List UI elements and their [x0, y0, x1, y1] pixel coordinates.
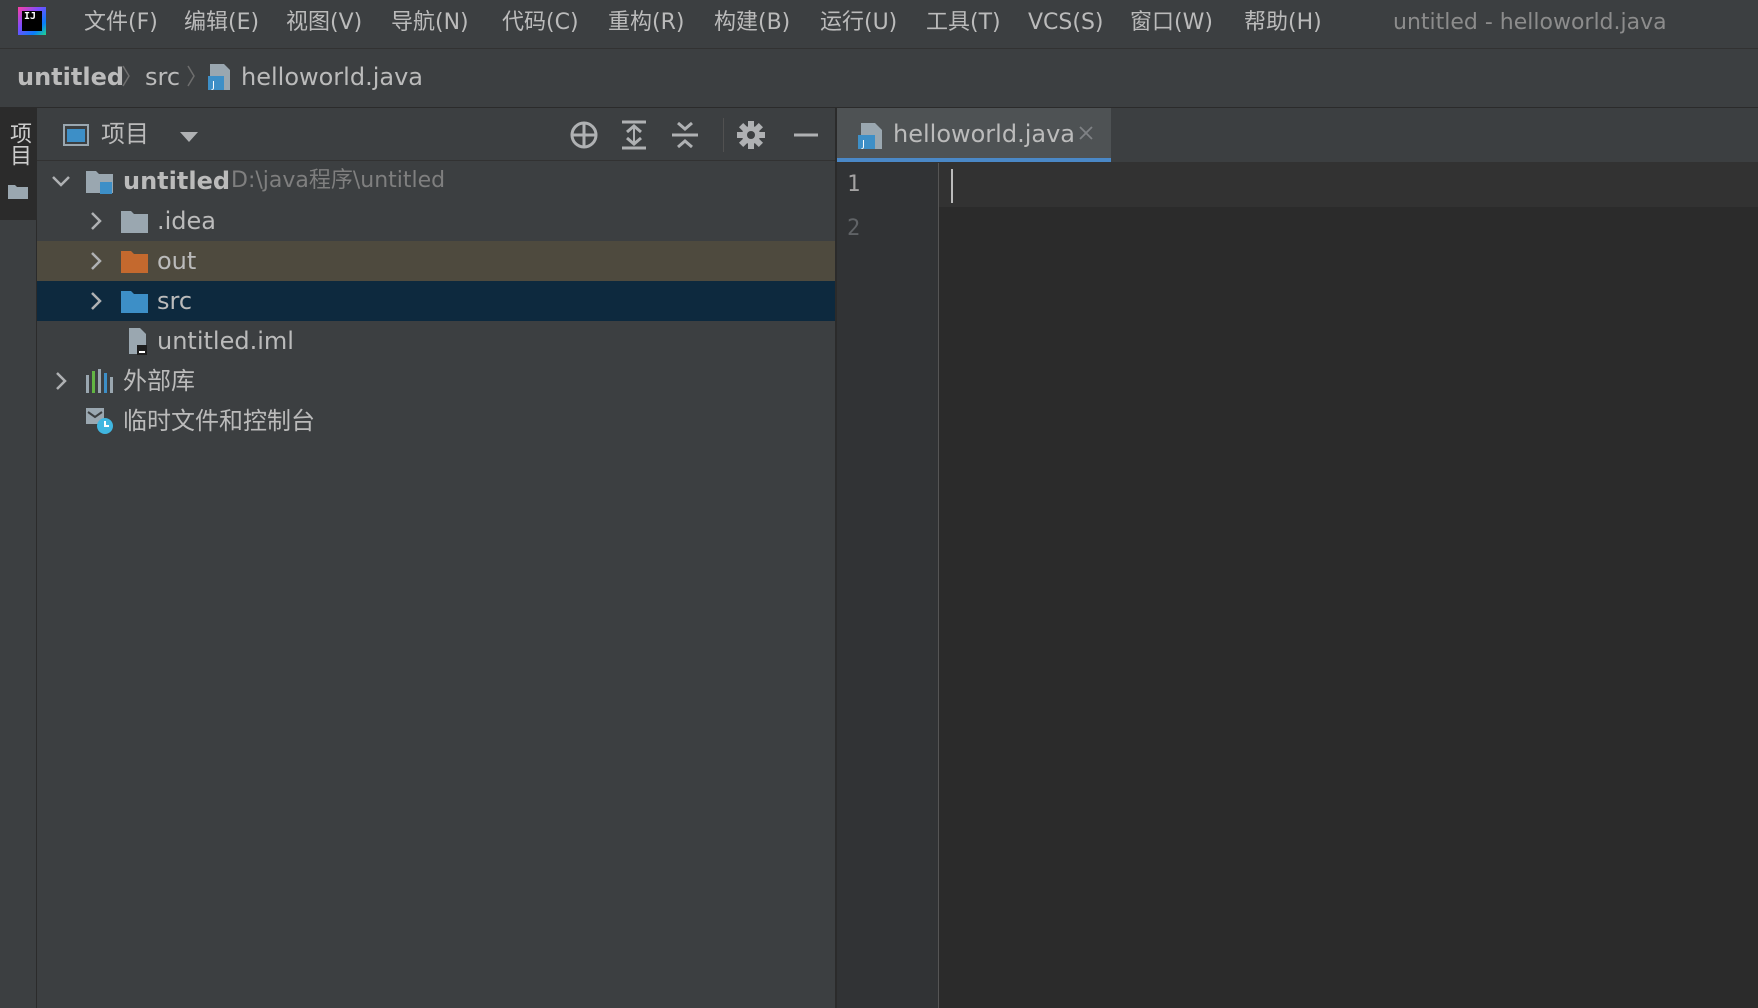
menu-window[interactable]: 窗口(W): [1130, 6, 1213, 40]
tree-item-src[interactable]: src: [37, 281, 835, 321]
svg-text:J: J: [861, 139, 865, 150]
current-line-highlight: [939, 163, 1758, 207]
menu-vcs[interactable]: VCS(S): [1028, 6, 1104, 40]
library-icon: [86, 369, 113, 393]
tool-window-strip: 项目: [0, 108, 37, 1008]
hide-panel-icon[interactable]: [789, 118, 823, 152]
tree-item-out[interactable]: out: [37, 241, 835, 281]
breadcrumb-file[interactable]: helloworld.java: [241, 61, 423, 93]
project-panel-header: 项目: [37, 108, 835, 161]
close-icon[interactable]: [1077, 124, 1095, 142]
tree-item-label: src: [157, 287, 193, 315]
tree-item-label: out: [157, 247, 197, 275]
module-folder-icon: [86, 171, 113, 194]
menu-edit[interactable]: 编辑(E): [184, 6, 259, 40]
intellij-logo-icon[interactable]: IJ: [18, 7, 46, 35]
tree-item-label: untitled: [123, 167, 231, 195]
project-tool-window-button[interactable]: 项目: [0, 108, 36, 220]
logo-text: IJ: [22, 11, 42, 31]
scratches-icon: [86, 408, 113, 434]
menu-tools[interactable]: 工具(T): [926, 6, 1001, 40]
project-tool-label: 项目: [6, 122, 31, 166]
breadcrumb-folder[interactable]: src: [145, 61, 180, 93]
excluded-folder-icon: [121, 251, 148, 273]
tree-item-iml[interactable]: untitled.iml: [37, 321, 835, 361]
folder-icon: [8, 185, 28, 199]
tree-item-scratches[interactable]: 临时文件和控制台: [37, 401, 835, 441]
project-path: D:\java程序\untitled: [231, 168, 446, 193]
java-file-icon: J: [858, 123, 882, 150]
expand-all-icon[interactable]: [617, 118, 651, 152]
project-panel: 项目 untitled D:\java程序\untitled .idea out…: [37, 108, 835, 1008]
menu-refactor[interactable]: 重构(R): [608, 6, 684, 40]
svg-text:J: J: [211, 80, 215, 91]
menu-bar: IJ 文件(F) 编辑(E) 视图(V) 导航(N) 代码(C) 重构(R) 构…: [0, 0, 1758, 49]
folder-icon: [121, 211, 148, 233]
project-view-icon: [63, 124, 89, 146]
menu-view[interactable]: 视图(V): [286, 6, 362, 40]
breadcrumb-project[interactable]: untitled: [17, 61, 124, 93]
tree-item-untitled[interactable]: untitled D:\java程序\untitled: [37, 161, 835, 201]
menu-run[interactable]: 运行(U): [820, 6, 897, 40]
tree-item-external-libraries[interactable]: 外部库: [37, 361, 835, 401]
dropdown-arrow-icon[interactable]: [177, 126, 201, 146]
breadcrumb-separator-icon: [187, 65, 195, 87]
line-number-gutter: 1 2: [837, 163, 939, 1008]
menu-code[interactable]: 代码(C): [502, 6, 579, 40]
tree-item-label: .idea: [157, 207, 217, 235]
tab-label: helloworld.java: [893, 120, 1075, 148]
tree-item-label: 临时文件和控制台: [123, 407, 315, 435]
module-file-icon: [129, 328, 147, 355]
breadcrumb-separator-icon: [122, 65, 130, 87]
tree-item-label: 外部库: [123, 367, 195, 395]
collapse-all-icon[interactable]: [668, 118, 702, 152]
chevron-right-icon[interactable]: [50, 370, 72, 392]
line-number: 1: [847, 172, 861, 197]
menu-help[interactable]: 帮助(H): [1244, 6, 1322, 40]
text-caret: [951, 169, 953, 203]
locate-file-icon[interactable]: [567, 118, 601, 152]
chevron-right-icon[interactable]: [85, 250, 107, 272]
menu-file[interactable]: 文件(F): [84, 6, 158, 40]
chevron-right-icon[interactable]: [85, 290, 107, 312]
menu-navigate[interactable]: 导航(N): [391, 6, 469, 40]
navigation-breadcrumb: untitled src J helloworld.java: [0, 49, 1758, 108]
tree-item-label: untitled.iml: [157, 327, 294, 355]
active-tab-indicator: [837, 158, 1111, 162]
chevron-down-icon[interactable]: [50, 170, 72, 192]
editor-tab-helloworld[interactable]: J helloworld.java: [837, 108, 1111, 162]
window-title: untitled - helloworld.java: [1393, 10, 1667, 35]
menu-build[interactable]: 构建(B): [714, 6, 790, 40]
gear-icon[interactable]: [734, 118, 768, 152]
tree-item-idea[interactable]: .idea: [37, 201, 835, 241]
chevron-right-icon[interactable]: [85, 210, 107, 232]
code-editor[interactable]: [939, 163, 1758, 1008]
project-view-selector[interactable]: 项目: [101, 119, 149, 149]
line-number: 2: [847, 216, 861, 241]
java-file-icon: J: [208, 64, 230, 91]
editor-tab-bar: J helloworld.java: [837, 108, 1758, 163]
header-divider: [723, 118, 724, 152]
source-folder-icon: [121, 291, 148, 313]
